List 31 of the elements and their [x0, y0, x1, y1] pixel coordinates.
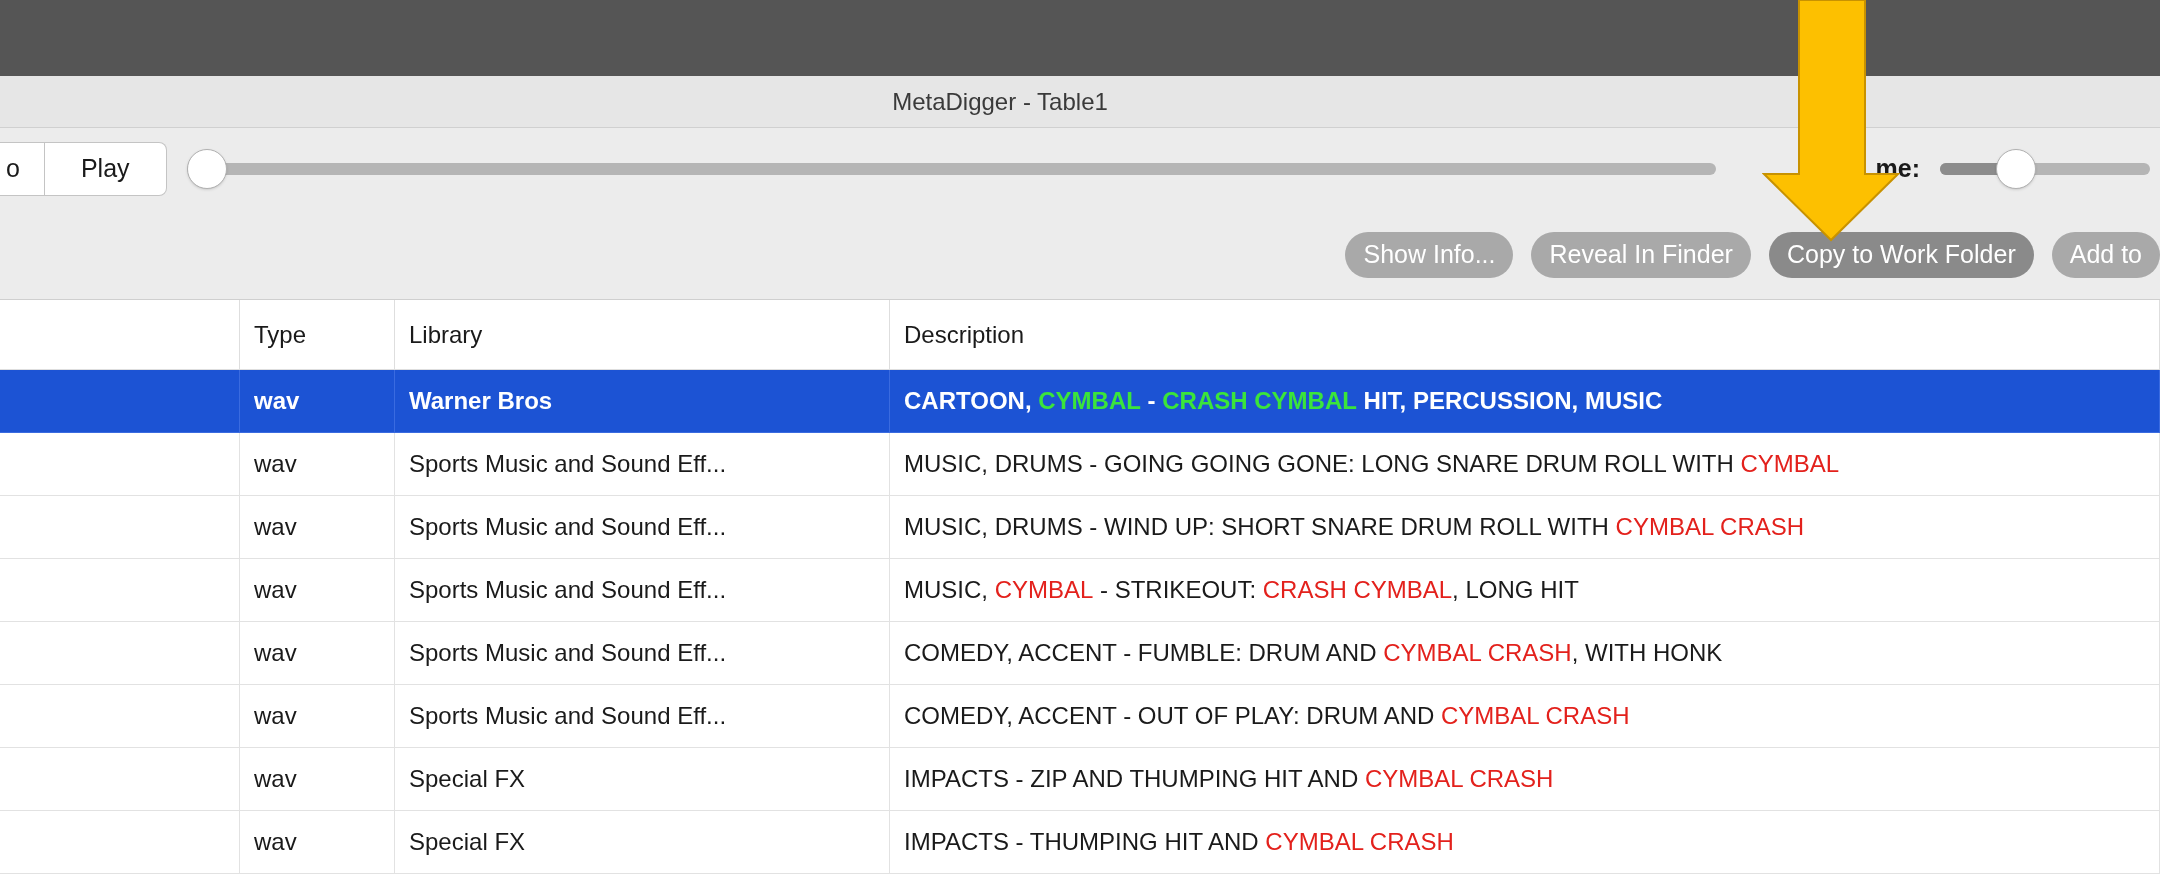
table-cell: Sports Music and Sound Eff...: [395, 559, 890, 622]
table-cell: MUSIC, CYMBAL - STRIKEOUT: CRASH CYMBAL, LONG HIT: [890, 559, 2160, 622]
table-cell: wav: [240, 685, 395, 748]
table-cell: wav: [240, 559, 395, 622]
table-cell: Sports Music and Sound Eff...: [395, 433, 890, 496]
table-cell: Sports Music and Sound Eff...: [395, 496, 890, 559]
table-cell: Sports Music and Sound Eff...: [395, 685, 890, 748]
table-cell: IMPACTS - ZIP AND THUMPING HIT AND CYMBAL CRASH: [890, 748, 2160, 811]
volume-slider[interactable]: [1940, 148, 2150, 190]
transport-button[interactable]: Play: [43, 143, 166, 195]
window-title: MetaDigger - Table1: [892, 86, 1108, 117]
table-cell: Special FX: [395, 748, 890, 811]
table-cell: MUSIC, DRUMS - GOING GOING GONE: LONG SNARE DRUM ROLL WITH CYMBAL: [890, 433, 2160, 496]
table-cell: IMPACTS - THUMPING HIT AND CYMBAL CRASH: [890, 811, 2160, 874]
transport-button[interactable]: o: [0, 143, 44, 195]
slider-thumb[interactable]: [186, 149, 227, 189]
slider-thumb[interactable]: [1996, 149, 2037, 189]
table-cell: wav: [240, 433, 395, 496]
table-cell: Warner Bros: [395, 370, 890, 433]
table-cell: wav: [240, 622, 395, 685]
table-cell: Sports Music and Sound Eff...: [395, 622, 890, 685]
position-slider[interactable]: [186, 148, 1716, 190]
table-cell: Special FX: [395, 811, 890, 874]
table-cell: wav: [240, 496, 395, 559]
table-cell: COMEDY, ACCENT - FUMBLE: DRUM AND CYMBAL CRASH, WITH HONK: [890, 622, 2160, 685]
table-cell: CARTOON, CYMBAL - CRASH CYMBAL HIT, PERCUSSION, MUSIC: [890, 370, 2160, 433]
table-cell: COMEDY, ACCENT - OUT OF PLAY: DRUM AND CYMBAL CRASH: [890, 685, 2160, 748]
table-cell: wav: [240, 370, 395, 433]
table-cell: wav: [240, 748, 395, 811]
table-cell: MUSIC, DRUMS - WIND UP: SHORT SNARE DRUM ROLL WITH CYMBAL CRASH: [890, 496, 2160, 559]
table-cell: wav: [240, 811, 395, 874]
